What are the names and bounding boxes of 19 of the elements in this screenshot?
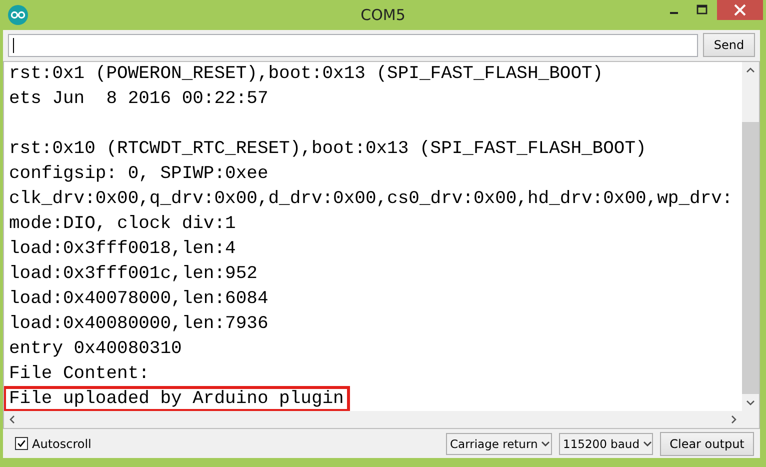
output-line: mode:DIO, clock div:1	[9, 213, 236, 236]
autoscroll-label: Autoscroll	[32, 436, 92, 450]
baud-rate-dropdown[interactable]: 115200 baud	[559, 432, 653, 454]
output-line: rst:0x10 (RTCWDT_RTC_RESET),boot:0x13 (SPI_FAST_FLASH_BOOT)	[9, 138, 646, 161]
output-line: configsip: 0, SPIWP:0xee	[9, 163, 268, 186]
highlighted-output-line: File uploaded by Arduino plugin	[6, 389, 347, 409]
output-line: load:0x3fff0018,len:4	[9, 238, 236, 261]
clear-output-button[interactable]: Clear output	[660, 432, 754, 456]
output-line: load:0x40078000,len:6084	[9, 288, 268, 311]
line-ending-dropdown[interactable]: Carriage return	[446, 432, 552, 454]
output-line: clk_drv:0x00,q_drv:0x00,d_drv:0x00,cs0_drv:0x00,hd_drv:0x00,wp_drv:	[9, 188, 733, 211]
send-button[interactable]: Send	[703, 33, 755, 57]
output-line: load:0x3fff001c,len:952	[9, 263, 258, 286]
window-title: COM5	[360, 6, 406, 24]
output-line: entry 0x40080310	[9, 338, 182, 361]
output-line: ets Jun 8 2016 00:22:57	[9, 88, 268, 111]
output-line: rst:0x1 (POWERON_RESET),boot:0x13 (SPI_FAST_FLASH_BOOT)	[9, 63, 604, 86]
output-line: load:0x40080000,len:7936	[9, 313, 268, 336]
output-line: File Content:	[9, 363, 150, 386]
